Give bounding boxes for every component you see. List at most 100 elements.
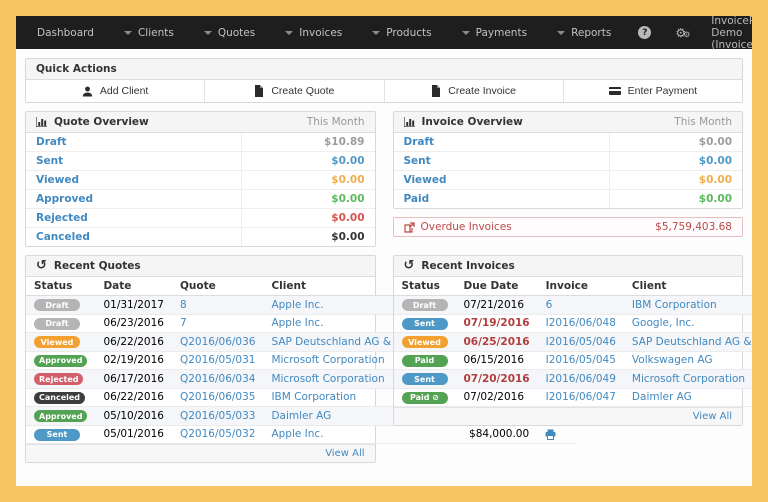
settings-button[interactable]: ⚙⚙	[663, 26, 699, 40]
client-link[interactable]: Daimler AG	[632, 391, 692, 403]
help-button[interactable]: ?	[626, 26, 663, 39]
invoice-link[interactable]: I2016/05/046	[546, 336, 616, 348]
quote-link[interactable]: 8	[180, 299, 187, 311]
client-link[interactable]: Daimler AG	[271, 410, 331, 422]
overview-status-link[interactable]: Approved	[26, 190, 243, 208]
overview-row: Sent $0.00	[26, 152, 375, 171]
table-row: Sent 07/20/2016 I2016/06/049 Microsoft Corp…	[393, 369, 752, 389]
nav-item-label: Invoices	[299, 26, 343, 39]
invoice-link[interactable]: I2016/05/045	[546, 354, 616, 366]
overview-status-link[interactable]: Viewed	[26, 171, 243, 189]
client-link[interactable]: Apple Inc.	[271, 428, 323, 440]
overview-status-link[interactable]: Draft	[394, 133, 610, 151]
column-header-invoice: Invoice	[537, 277, 624, 296]
quote-link[interactable]: Q2016/06/034	[180, 373, 255, 385]
overview-row: Paid $0.00	[394, 190, 743, 208]
status-cell: Draft	[393, 295, 456, 315]
quote-link[interactable]: Q2016/05/031	[180, 354, 255, 366]
nav-item-payments[interactable]: Payments	[447, 16, 542, 49]
client-link[interactable]: Microsoft Corporation	[271, 354, 384, 366]
status-badge: Approved	[34, 354, 88, 367]
quotes-view-all-link[interactable]: View All	[325, 448, 364, 459]
client-link[interactable]: SAP Deutschland AG & Co. KG	[632, 336, 752, 348]
quote-link[interactable]: Q2016/05/032	[180, 428, 255, 440]
client-link[interactable]: Apple Inc.	[271, 317, 323, 329]
nav-item-products[interactable]: Products	[357, 16, 446, 49]
enter-payment-button[interactable]: Enter Payment	[563, 80, 742, 102]
nav-item-dashboard[interactable]: Dashboard	[22, 16, 109, 49]
overview-amount: $0.00	[331, 193, 365, 205]
history-icon: ↺	[36, 258, 47, 273]
invoice-link[interactable]: 6	[546, 299, 553, 311]
invoice-link[interactable]: I2016/06/047	[546, 391, 616, 403]
client-link[interactable]: Apple Inc.	[271, 299, 323, 311]
quote-link[interactable]: 7	[180, 317, 187, 329]
invoice-link[interactable]: I2016/06/048	[546, 317, 616, 329]
number-cell: 6	[537, 295, 624, 315]
status-badge: Sent	[401, 373, 448, 385]
quote-link[interactable]: Q2016/05/033	[180, 410, 255, 422]
client-link[interactable]: IBM Corporation	[271, 391, 356, 403]
overview-status-link[interactable]: Viewed	[394, 171, 610, 189]
client-cell: Microsoft Corporation	[623, 369, 752, 389]
chevron-down-icon	[461, 30, 470, 35]
overview-amount: $0.00	[331, 212, 365, 224]
quote-link[interactable]: Q2016/06/036	[180, 336, 255, 348]
status-cell: Paid ⊘	[393, 388, 456, 407]
status-badge: Draft	[34, 317, 80, 330]
date-cell: 06/22/2016	[95, 332, 172, 352]
status-badge: Viewed	[34, 336, 80, 348]
overview-status-link[interactable]: Rejected	[26, 209, 243, 227]
add-client-button[interactable]: Add Client	[26, 80, 206, 102]
number-cell: Q2016/06/036	[171, 332, 264, 352]
client-link[interactable]: Volkswagen AG	[632, 354, 713, 366]
top-navbar: Dashboard Clients Quotes Invoices Products Pa…	[16, 16, 752, 51]
external-link-icon	[403, 221, 415, 233]
invoices-view-all-link[interactable]: View All	[693, 411, 732, 422]
quick-actions-title: Quick Actions	[36, 63, 117, 75]
overview-amount: $0.00	[331, 174, 365, 186]
status-cell: Sent	[26, 425, 96, 444]
enter-payment-label: Enter Payment	[627, 85, 698, 97]
nav-item-invoices[interactable]: Invoices	[270, 16, 357, 49]
quote-link[interactable]: Q2016/06/035	[180, 391, 255, 403]
overdue-invoices-panel[interactable]: Overdue Invoices $5,759,403.68	[392, 217, 743, 237]
nav-item-reports[interactable]: Reports	[542, 16, 626, 49]
user-menu[interactable]: InvoicePlane Demo (InvoicePlane)	[699, 16, 752, 51]
recent-quotes-header: ↺ Recent Quotes	[26, 256, 375, 277]
overview-status-link[interactable]: Sent	[26, 152, 243, 170]
recent-invoices-footer: View All	[393, 407, 742, 425]
chevron-down-icon	[203, 30, 212, 35]
overview-status-link[interactable]: Paid	[394, 190, 610, 208]
number-cell: I2016/06/049	[537, 369, 624, 389]
overview-row: Rejected $0.00	[26, 209, 375, 228]
recent-invoices-header: ↺ Recent Invoices	[393, 256, 742, 277]
overview-status-link[interactable]: Canceled	[26, 228, 243, 246]
print-button[interactable]	[545, 429, 556, 440]
overview-amount: $0.00	[698, 155, 732, 167]
invoiceplane-app: Dashboard Clients Quotes Invoices Products Pa…	[16, 16, 752, 486]
overview-status-link[interactable]: Draft	[26, 133, 243, 151]
nav-item-quotes[interactable]: Quotes	[189, 16, 270, 49]
recent-invoices-title: Recent Invoices	[421, 260, 515, 272]
invoice-overview-header: Invoice Overview This Month	[393, 112, 742, 133]
client-link[interactable]: Google, Inc.	[632, 317, 695, 329]
date-cell: 05/10/2016	[95, 406, 172, 426]
status-badge: Draft	[401, 299, 448, 311]
overview-status-link[interactable]: Sent	[394, 152, 610, 170]
client-link[interactable]: Microsoft Corporation	[632, 373, 745, 385]
file-icon	[255, 85, 264, 97]
client-link[interactable]: Microsoft Corporation	[271, 373, 384, 385]
create-invoice-button[interactable]: Create Invoice	[384, 80, 564, 102]
client-link[interactable]: IBM Corporation	[632, 299, 717, 311]
overview-amount: $0.00	[331, 231, 365, 243]
overview-row: Draft $0.00	[393, 133, 742, 152]
create-quote-button[interactable]: Create Quote	[205, 80, 385, 102]
invoice-link[interactable]: I2016/06/049	[546, 373, 616, 385]
balance-cell: $84,000.00	[437, 425, 538, 444]
date-cell: 06/23/2016	[95, 314, 172, 333]
nav-item-clients[interactable]: Clients	[109, 16, 189, 49]
overview-row: Canceled $0.00	[26, 228, 375, 246]
status-badge: Rejected	[34, 373, 84, 385]
create-invoice-label: Create Invoice	[448, 85, 516, 97]
